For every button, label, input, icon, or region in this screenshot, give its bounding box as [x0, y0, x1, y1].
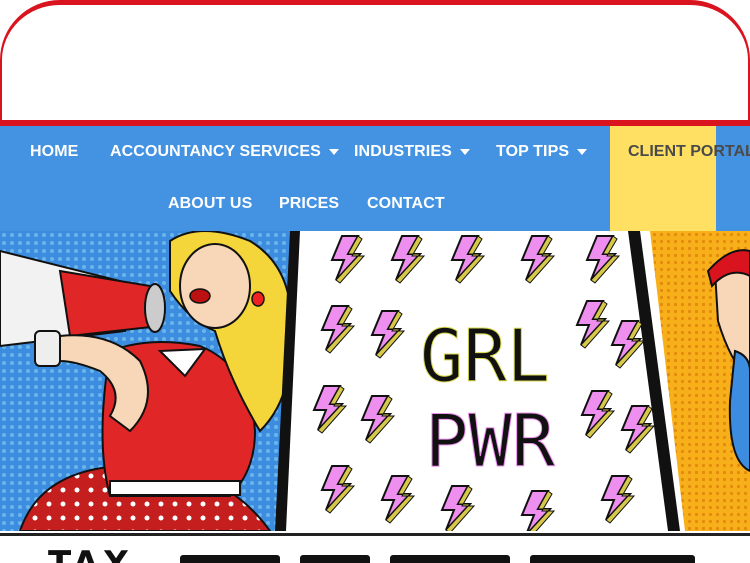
nav-accountancy-label: ACCOUNTANCY SERVICES [110, 143, 321, 160]
nav-prices-label: PRICES [279, 195, 340, 212]
nav-accountancy-services[interactable]: ACCOUNTANCY SERVICES [110, 143, 339, 161]
below-banner-heading-strip: TAX [0, 531, 750, 563]
poster-text-line1: GRL [420, 314, 550, 398]
nav-about-label: ABOUT US [168, 195, 253, 212]
nav-top-tips-label: TOP TIPS [496, 143, 570, 160]
client-portal-button[interactable] [610, 126, 716, 231]
poster-text-line2: PWR [425, 399, 556, 483]
heading-text-fragment [390, 555, 510, 563]
nav-home[interactable]: HOME [30, 143, 78, 161]
banner-bottom-rule [0, 533, 750, 536]
nav-contact[interactable]: CONTACT [367, 195, 445, 213]
chevron-down-icon [459, 148, 470, 155]
nav-contact-label: CONTACT [367, 195, 445, 212]
header-arc-border [0, 0, 750, 126]
nav-about-us[interactable]: ABOUT US [168, 195, 252, 213]
heading-text-fragment [530, 555, 695, 563]
nav-industries-label: INDUSTRIES [354, 143, 452, 160]
nav-industries[interactable]: INDUSTRIES [354, 143, 470, 161]
nav-prices[interactable]: PRICES [279, 195, 339, 213]
heading-text-fragment [300, 555, 370, 563]
nav-home-label: HOME [30, 143, 79, 160]
chevron-down-icon [577, 148, 588, 155]
nav-top-tips[interactable]: TOP TIPS [496, 143, 588, 161]
hero-banner: GRL PWR [0, 231, 750, 531]
pop-art-illustration: GRL PWR [0, 231, 750, 531]
header-frame [0, 0, 750, 126]
heading-text-fragment [180, 555, 280, 563]
section-heading-start: TAX [48, 547, 133, 563]
chevron-down-icon [328, 148, 339, 155]
client-portal-label[interactable]: CLIENT PORTAL [628, 143, 750, 161]
